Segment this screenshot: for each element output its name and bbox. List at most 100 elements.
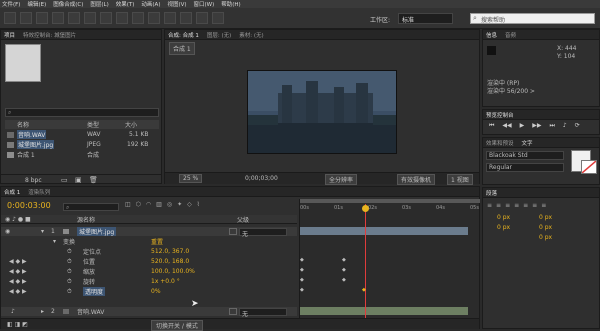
menu-effect[interactable]: 效果(T) [116, 0, 135, 8]
resolution-select[interactable]: 全分辨率 [325, 174, 358, 185]
help-search-input[interactable]: ⌕ 搜索帮助 [470, 13, 595, 24]
property-row-rotation[interactable]: ◀ ◆ ▶ ⏱ 旋转 1x +0.0 ° [1, 277, 297, 287]
menu-view[interactable]: 视图(V) [167, 0, 186, 8]
layer-name[interactable]: 城堡图片.jpg [77, 227, 117, 236]
new-folder-icon[interactable]: ▭ [61, 176, 68, 184]
workspace-select[interactable]: 标准 [398, 13, 453, 24]
hide-shy-icon[interactable]: ◠ [146, 201, 151, 208]
playhead[interactable] [365, 204, 367, 318]
menu-help[interactable]: 帮助(H) [221, 0, 240, 8]
menu-file[interactable]: 文件(F) [2, 0, 20, 8]
layer-row-1[interactable]: ◉ ▾ 1 城堡图片.jpg 无 [1, 227, 297, 238]
transform-reset-link[interactable]: 重置 [151, 237, 163, 246]
keyframe-nav-icon[interactable]: ◀ ◆ ▶ [9, 258, 27, 265]
tab-info[interactable]: 信息 [486, 31, 497, 39]
menu-layer[interactable]: 图层(L) [90, 0, 108, 8]
frame-blend-icon[interactable]: ▥ [156, 201, 162, 208]
camera-select[interactable]: 有效摄像机 [397, 174, 436, 185]
transform-group-row[interactable]: ▾ 变换 重置 [1, 237, 297, 246]
keyframe-position-end[interactable]: ◆ [342, 257, 346, 263]
puppet-tool-icon[interactable] [212, 12, 224, 24]
keyframe-rotation-end[interactable]: ◆ [342, 277, 346, 283]
column-source-name[interactable]: 源名称 [77, 215, 95, 224]
pan-tool-icon[interactable] [84, 12, 96, 24]
project-item-comp[interactable]: 合成 1 合成 [5, 150, 159, 159]
stopwatch-icon[interactable]: ⏱ [67, 278, 72, 286]
camera-tool-icon[interactable] [68, 12, 80, 24]
font-family-select[interactable]: Blackoak Std [486, 151, 564, 160]
expand-arrow-icon[interactable]: ▾ [41, 228, 44, 235]
mask-tool-icon[interactable] [100, 12, 112, 24]
keyframe-position-start[interactable]: ◆ [300, 257, 304, 263]
new-comp-icon[interactable]: ▣ [75, 176, 82, 184]
property-value[interactable]: 1x +0.0 ° [151, 278, 180, 285]
tab-layer[interactable]: 图层: (无) [207, 31, 231, 39]
expand-arrow-icon[interactable]: ▸ [41, 308, 44, 315]
project-item-audio[interactable]: 音响.WAV WAV 5.1 KB [5, 130, 159, 139]
pickwhip-icon[interactable] [229, 228, 237, 235]
time-graph[interactable]: 00s 01s 02s 03s 04s 05s ◆ ◆ ◆ ◆ ◆ ◆ ◆ ◆ [299, 199, 480, 318]
column-type[interactable]: 类型 [87, 120, 99, 129]
next-frame-icon[interactable]: ▶▶ [532, 122, 541, 130]
menu-window[interactable]: 窗口(W) [194, 0, 215, 8]
menu-animation[interactable]: 动画(A) [141, 0, 160, 8]
trash-icon[interactable]: 🗑 [89, 176, 98, 184]
justify-left-icon[interactable]: ≡ [514, 202, 519, 209]
property-row-opacity[interactable]: ◀ ◆ ▶ ⏱ 透明度 0% [1, 287, 297, 296]
column-size[interactable]: 大小 [125, 120, 137, 129]
stroke-color-swatch[interactable] [581, 160, 597, 174]
brush-tool-icon[interactable] [148, 12, 160, 24]
property-value[interactable]: 520.0, 168.0 [151, 258, 189, 265]
keyframe-opacity-current[interactable]: ◆ [362, 287, 366, 293]
viewer-timecode[interactable]: 0;00;03;00 [245, 175, 278, 182]
layer-row-2[interactable]: ♪ ▸ 2 音响.WAV 无 [1, 307, 297, 318]
timeline-search-input[interactable]: ⌕ [63, 203, 119, 211]
tab-render-queue[interactable]: 渲染队列 [28, 188, 50, 196]
roto-tool-icon[interactable] [196, 12, 208, 24]
keyframe-nav-icon[interactable]: ◀ ◆ ▶ [9, 288, 27, 295]
layer-1-duration-bar[interactable] [300, 227, 468, 235]
property-row-scale[interactable]: ◀ ◆ ▶ ⏱ 缩放 100.0, 100.0% [1, 267, 297, 277]
prev-frame-icon[interactable]: ◀◀ [502, 122, 511, 130]
time-ruler[interactable]: 00s 01s 02s 03s 04s 05s [300, 204, 480, 214]
brainstorm-icon[interactable]: ✦ [177, 201, 182, 208]
project-item-image[interactable]: 城堡图片.jpg JPEG 192 KB [5, 140, 159, 149]
loop-icon[interactable]: ⟳ [575, 122, 580, 130]
tab-paragraph[interactable]: 段落 [486, 189, 497, 197]
bit-depth-button[interactable]: 8 bpc [25, 177, 42, 184]
rotate-tool-icon[interactable] [52, 12, 64, 24]
tab-preview[interactable]: 预览控制台 [486, 111, 514, 119]
tab-character[interactable]: 文字 [522, 139, 533, 147]
work-area-bar[interactable] [300, 199, 480, 203]
pickwhip-icon[interactable] [229, 308, 237, 315]
justify-right-icon[interactable]: ≡ [532, 202, 537, 209]
last-frame-icon[interactable]: ⏭ [550, 122, 555, 130]
property-row-anchor[interactable]: ⏱ 定位点 512.0, 367.0 [1, 247, 297, 257]
keyframe-scale-start[interactable]: ◆ [300, 267, 304, 273]
eraser-tool-icon[interactable] [180, 12, 192, 24]
indent-first-value[interactable]: 0 px [497, 224, 510, 231]
graph-editor-icon[interactable]: ⌇ [197, 201, 200, 208]
tab-composition[interactable]: 合成: 合成 1 [168, 31, 199, 39]
stopwatch-icon[interactable]: ⏱ [67, 258, 72, 266]
motion-blur-icon[interactable]: ◎ [167, 201, 172, 208]
indent-left-value[interactable]: 0 px [497, 214, 510, 221]
text-tool-icon[interactable] [132, 12, 144, 24]
layer-name[interactable]: 音响.WAV [77, 307, 104, 316]
parent-select[interactable]: 无 [239, 227, 287, 238]
expand-arrow-icon[interactable]: ▾ [53, 238, 56, 245]
column-parent[interactable]: 父级 [237, 215, 249, 224]
tab-timeline-comp[interactable]: 合成 1 [4, 188, 20, 196]
first-frame-icon[interactable]: ⏮ [489, 122, 494, 130]
selection-tool-icon[interactable] [4, 12, 16, 24]
zoom-select[interactable]: 25 % [179, 174, 203, 183]
align-left-icon[interactable]: ≡ [487, 202, 492, 209]
stamp-tool-icon[interactable] [164, 12, 176, 24]
keyframe-nav-icon[interactable]: ◀ ◆ ▶ [9, 278, 27, 285]
justify-center-icon[interactable]: ≡ [523, 202, 528, 209]
tab-audio[interactable]: 音频 [505, 31, 516, 39]
tab-effect-controls[interactable]: 特效控制台: 城堡图片 [23, 31, 76, 39]
tab-project[interactable]: 项目 [4, 31, 15, 39]
zoom-tool-icon[interactable] [36, 12, 48, 24]
justify-all-icon[interactable]: ≡ [541, 202, 546, 209]
